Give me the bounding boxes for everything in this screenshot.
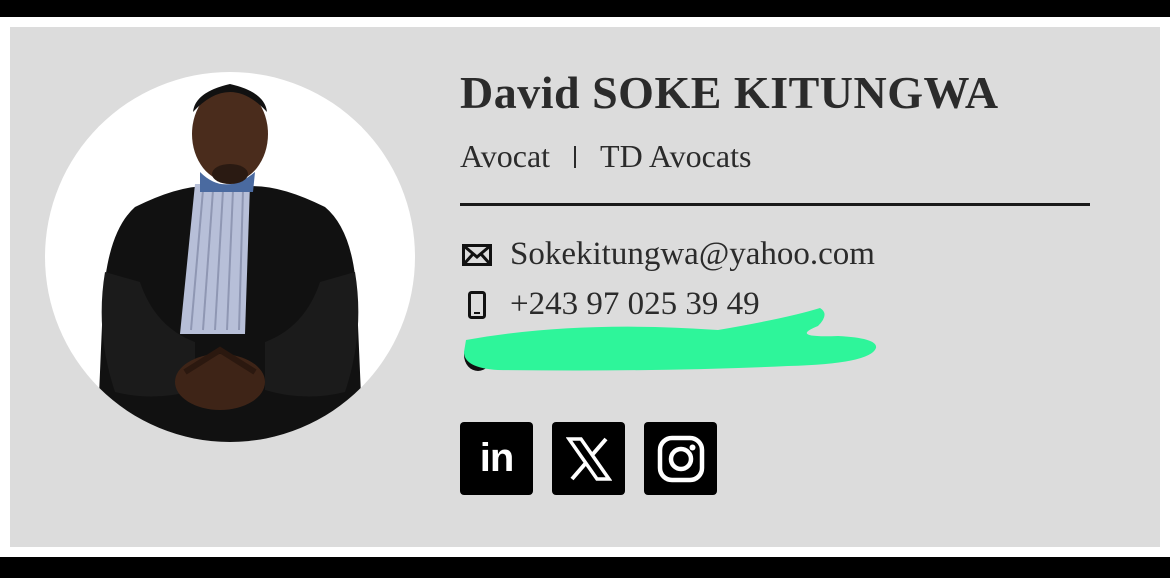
person-name: David SOKE KITUNGWA (460, 67, 999, 118)
redaction-mark (458, 300, 888, 385)
company-name: TD Avocats (600, 138, 752, 174)
job-title: Avocat (460, 138, 551, 174)
divider (460, 203, 1090, 206)
linkedin-icon: in (479, 436, 515, 480)
profile-photo (45, 72, 415, 442)
linkedin-button[interactable]: in (460, 422, 533, 495)
separator (574, 145, 577, 168)
social-links: in (460, 422, 717, 495)
instagram-button[interactable] (644, 422, 717, 495)
job-line: Avocat TD Avocats (460, 138, 751, 175)
instagram-icon (657, 435, 704, 482)
email-row[interactable]: Sokekitungwa@yahoo.com (460, 236, 875, 273)
x-button[interactable] (552, 422, 625, 495)
x-icon (565, 436, 612, 481)
envelope-icon (460, 243, 494, 266)
email-address[interactable]: Sokekitungwa@yahoo.com (510, 236, 875, 273)
